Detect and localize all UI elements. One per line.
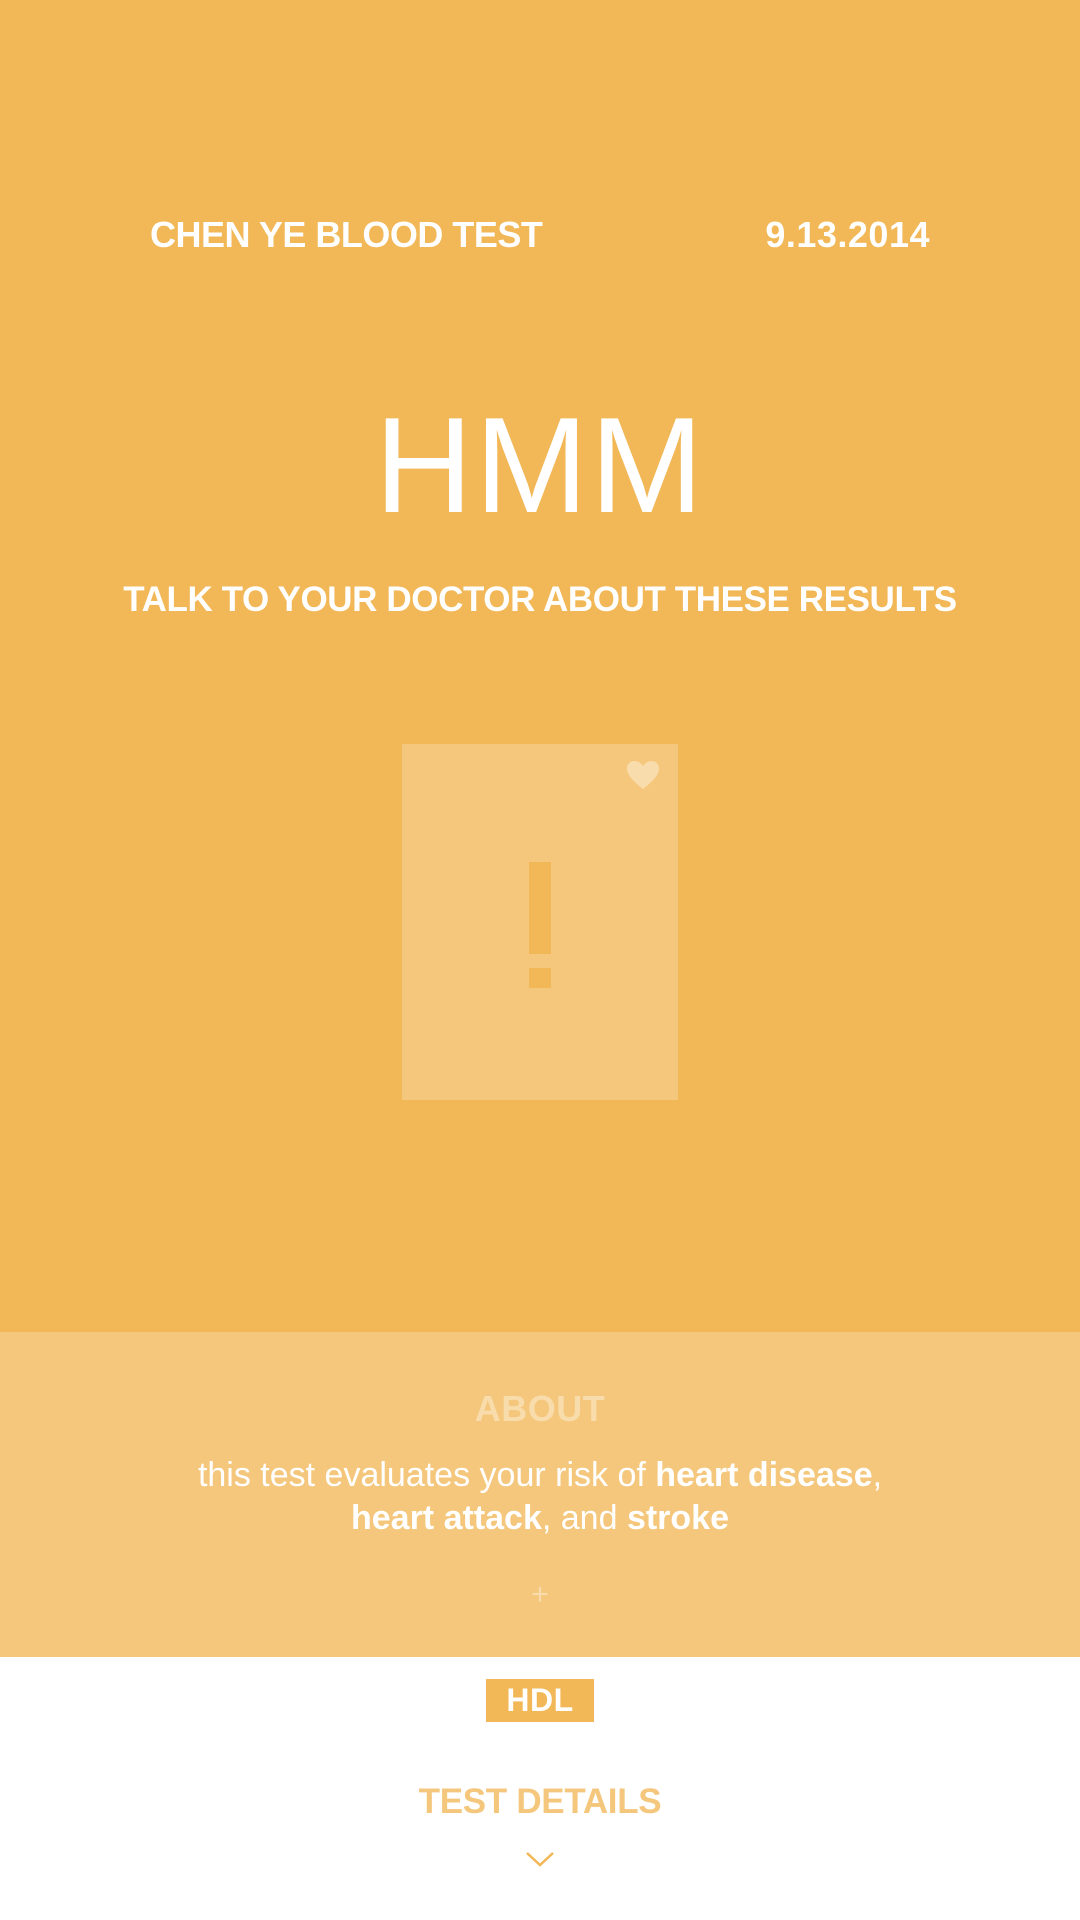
test-title: CHEN YE BLOOD TEST bbox=[150, 214, 543, 255]
exclamation-icon bbox=[402, 862, 678, 988]
result-verdict: HMM bbox=[374, 389, 706, 541]
about-description: this test evaluates your risk of heart d… bbox=[0, 1454, 1080, 1540]
about-separator-1: , bbox=[872, 1456, 883, 1494]
result-hero: CHEN YE BLOOD TEST 9.13.2014 HMM TALK TO… bbox=[0, 0, 1080, 1332]
test-date: 9.13.2014 bbox=[765, 214, 930, 255]
risk-heart-attack: heart attack bbox=[350, 1499, 542, 1537]
risk-stroke: stroke bbox=[626, 1499, 729, 1537]
test-type-tag: HDL bbox=[486, 1679, 594, 1722]
result-advice: TALK TO YOUR DOCTOR ABOUT THESE RESULTS bbox=[123, 580, 957, 619]
heart-icon[interactable] bbox=[626, 760, 660, 790]
risk-heart-disease: heart disease bbox=[655, 1456, 873, 1494]
test-details-button[interactable]: TEST DETAILS bbox=[0, 1782, 1080, 1822]
about-heading: ABOUT bbox=[474, 1388, 606, 1429]
chevron-down-icon[interactable] bbox=[525, 1850, 555, 1868]
expand-about-button[interactable]: + bbox=[0, 1578, 1080, 1612]
about-text-prefix: this test evaluates your risk of bbox=[197, 1456, 656, 1494]
about-section: ABOUT this test evaluates your risk of h… bbox=[0, 1332, 1080, 1657]
about-separator-2: , and bbox=[541, 1499, 627, 1537]
result-card[interactable] bbox=[402, 744, 678, 1100]
